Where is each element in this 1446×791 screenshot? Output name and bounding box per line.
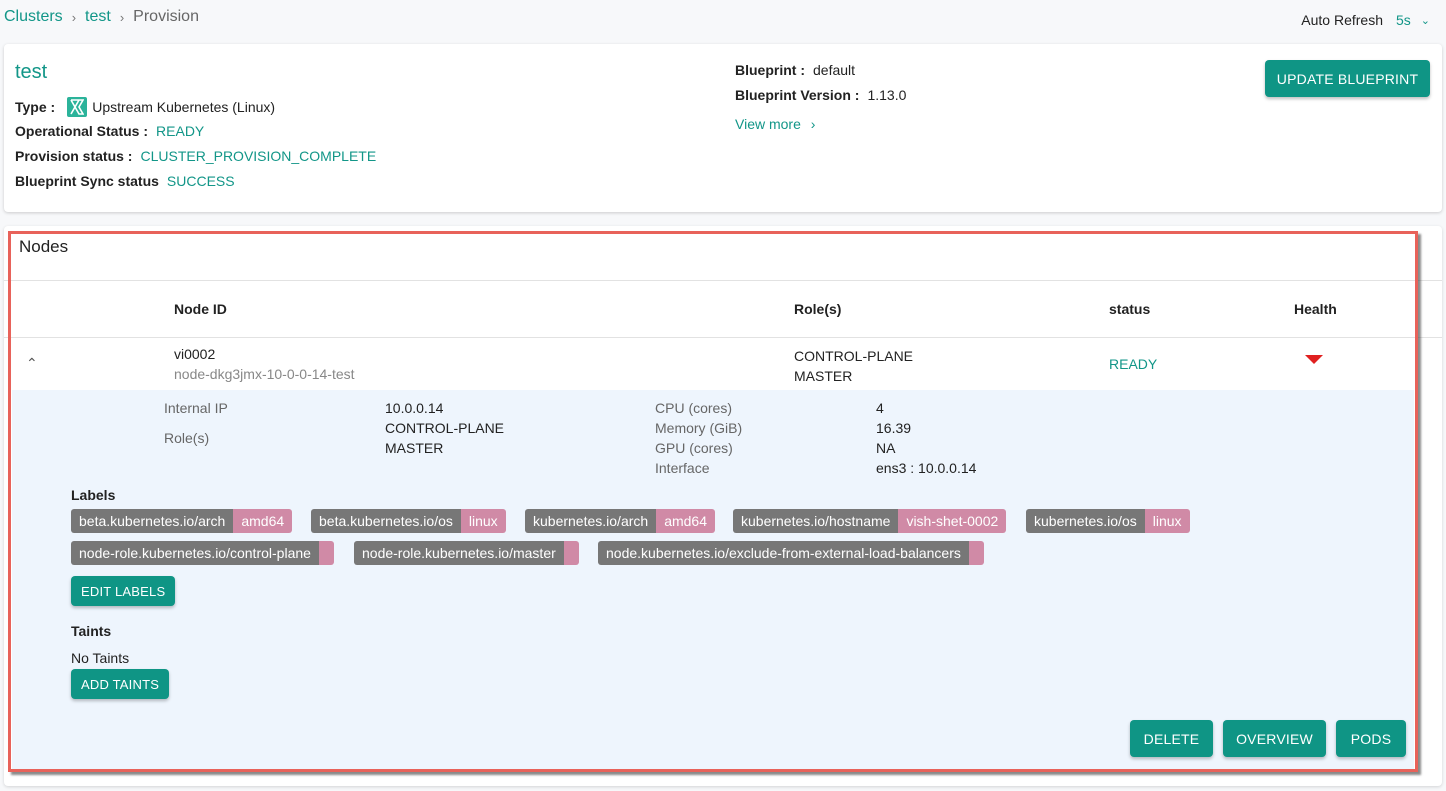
delete-button[interactable]: DELETE (1130, 720, 1213, 757)
internal-ip-value: 10.0.0.14 (385, 400, 444, 416)
interface-value: ens3 : 10.0.0.14 (876, 460, 977, 476)
label-chip: node-role.kubernetes.io/control-plane (71, 541, 334, 565)
label-key: node.kubernetes.io/exclude-from-external… (598, 541, 969, 565)
label-value (968, 541, 984, 565)
blueprint-sync-label: Blueprint Sync status (15, 173, 159, 189)
add-taints-button[interactable]: ADD TAINTS (71, 669, 170, 699)
blueprint-value: default (813, 62, 856, 78)
blueprint-version-label: Blueprint Version : (735, 87, 860, 103)
operational-status-row: Operational Status : READY (15, 123, 204, 139)
operational-status-value: READY (156, 123, 205, 139)
memory-value: 16.39 (876, 420, 912, 436)
label-chip: kubernetes.io/arch amd64 (525, 509, 715, 533)
label-key: kubernetes.io/hostname (733, 509, 899, 533)
label-chip: node-role.kubernetes.io/master (354, 541, 579, 565)
label-key: kubernetes.io/os (1026, 509, 1145, 533)
label-chip: beta.kubernetes.io/arch amd64 (71, 509, 293, 533)
blueprint-version-value: 1.13.0 (867, 87, 907, 103)
nodes-title: Nodes (19, 237, 69, 256)
type-value: Upstream Kubernetes (Linux) (92, 99, 276, 115)
blueprint-sync-row: Blueprint Sync status SUCCESS (15, 173, 235, 189)
type-label: Type : (15, 99, 56, 115)
no-taints-text: No Taints (71, 650, 130, 666)
role-item: CONTROL-PLANE (794, 348, 914, 364)
detail-role-item: CONTROL-PLANE (385, 420, 505, 436)
label-value: amd64 (233, 509, 293, 533)
breadcrumb-clusters[interactable]: Clusters (4, 8, 63, 26)
edit-labels-button[interactable]: EDIT LABELS (71, 576, 176, 606)
breadcrumb-test[interactable]: test (85, 8, 111, 26)
gpu-label: GPU (cores) (655, 440, 733, 456)
update-blueprint-button[interactable]: UPDATE BLUEPRINT (1265, 60, 1430, 97)
provision-status-label: Provision status : (15, 148, 133, 164)
view-more-label: View more (735, 116, 801, 132)
label-value: linux (460, 509, 506, 533)
pods-button[interactable]: PODS (1336, 720, 1406, 757)
node-status: READY (1109, 356, 1158, 372)
blueprint-version-row: Blueprint Version : 1.13.0 (735, 87, 906, 103)
roles-label: Role(s) (164, 430, 210, 446)
memory-label: Memory (GiB) (655, 420, 743, 436)
view-more-link[interactable]: View more › (735, 116, 815, 132)
blueprint-row: Blueprint : default (735, 62, 855, 78)
operational-status-label: Operational Status : (15, 123, 149, 139)
cpu-value: 4 (876, 400, 884, 416)
label-value: linux (1144, 509, 1190, 533)
node-name: vi0002 (174, 346, 216, 362)
internal-ip-label: Internal IP (164, 400, 228, 416)
blueprint-sync-value: SUCCESS (166, 173, 235, 189)
role-item: MASTER (794, 368, 853, 384)
label-chip: beta.kubernetes.io/os linux (311, 509, 506, 533)
taints-title: Taints (71, 623, 112, 639)
column-header-status[interactable]: status (1109, 301, 1150, 317)
divider (4, 280, 1442, 281)
label-key: beta.kubernetes.io/arch (71, 509, 234, 533)
interface-label: Interface (655, 460, 710, 476)
label-value: amd64 (656, 509, 715, 533)
column-header-node-id[interactable]: Node ID (174, 301, 227, 317)
gpu-value: NA (876, 440, 896, 456)
breadcrumb-separator: › (119, 9, 125, 25)
label-value (318, 541, 334, 565)
cluster-summary-card: test Type : Upstream Kubernetes (Linux) … (4, 44, 1442, 212)
overview-button[interactable]: OVERVIEW (1223, 720, 1326, 757)
label-chip: kubernetes.io/hostname vish-shet-0002 (733, 509, 1007, 533)
auto-refresh-label: Auto Refresh (1301, 12, 1383, 28)
auto-refresh-value[interactable]: 5s (1396, 12, 1411, 28)
detail-role-item: MASTER (385, 440, 444, 456)
label-value: vish-shet-0002 (898, 509, 1007, 533)
chevron-up-icon[interactable]: ⌃ (26, 355, 38, 372)
label-key: beta.kubernetes.io/os (311, 509, 461, 533)
label-chip: node.kubernetes.io/exclude-from-external… (598, 541, 984, 565)
label-value (563, 541, 579, 565)
auto-refresh-control[interactable]: Auto Refresh 5s ⌄ (1301, 12, 1430, 28)
breadcrumb: Clusters › test › Provision (4, 8, 199, 26)
labels-title: Labels (71, 487, 116, 503)
column-header-roles[interactable]: Role(s) (794, 301, 841, 317)
cluster-type-row: Type : Upstream Kubernetes (Linux) (15, 97, 275, 117)
table-row[interactable] (12, 338, 1414, 390)
column-header-health[interactable]: Health (1294, 301, 1337, 317)
kubernetes-icon (67, 97, 88, 117)
health-down-icon (1305, 355, 1323, 364)
breadcrumb-separator: › (71, 9, 77, 25)
provision-status-value: CLUSTER_PROVISION_COMPLETE (140, 148, 377, 164)
node-roles: CONTROL-PLANE MASTER (794, 346, 913, 386)
label-key: node-role.kubernetes.io/master (354, 541, 564, 565)
label-chip: kubernetes.io/os linux (1026, 509, 1190, 533)
provision-status-row: Provision status : CLUSTER_PROVISION_COM… (15, 148, 376, 164)
cpu-label: CPU (cores) (655, 400, 733, 416)
chevron-right-icon: › (810, 116, 816, 132)
blueprint-label: Blueprint : (735, 62, 805, 78)
label-key: kubernetes.io/arch (525, 509, 657, 533)
breadcrumb-provision: Provision (133, 8, 199, 25)
cluster-name: test (15, 61, 48, 83)
chevron-down-icon[interactable]: ⌄ (1421, 14, 1430, 27)
node-id: node-dkg3jmx-10-0-0-14-test (174, 366, 355, 382)
label-key: node-role.kubernetes.io/control-plane (71, 541, 319, 565)
